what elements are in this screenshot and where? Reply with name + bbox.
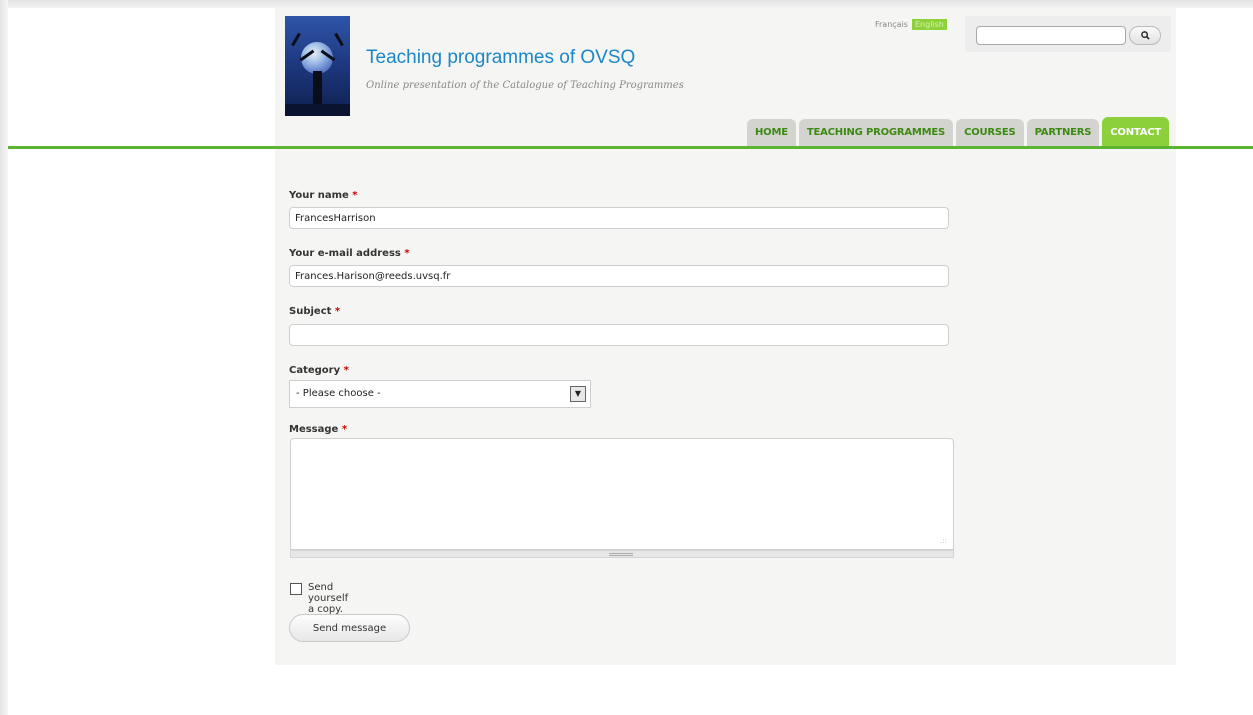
send-message-button[interactable]: Send message xyxy=(289,614,410,642)
ground xyxy=(285,104,350,116)
required-marker: * xyxy=(341,424,348,435)
category-label: Category * xyxy=(289,365,349,376)
name-label: Your name * xyxy=(289,190,358,201)
dropdown-arrow-icon[interactable]: ▼ xyxy=(570,386,586,402)
required-marker: * xyxy=(343,365,349,376)
email-field[interactable] xyxy=(289,265,949,287)
email-label-text: Your e-mail address xyxy=(289,248,401,259)
required-marker: * xyxy=(404,248,410,259)
search-icon xyxy=(1140,31,1150,40)
search-button[interactable] xyxy=(1129,26,1161,45)
language-link-french[interactable]: Français xyxy=(875,20,908,29)
category-select[interactable]: - Please choose - ▼ xyxy=(289,380,591,408)
email-label: Your e-mail address * xyxy=(289,248,410,259)
language-link-english[interactable]: English xyxy=(911,19,947,30)
required-marker: * xyxy=(352,190,358,201)
site-title[interactable]: Teaching programmes of OVSQ xyxy=(366,47,635,69)
resize-handle-icon[interactable]: .:: xyxy=(940,537,947,545)
tree-branch xyxy=(291,32,301,47)
main-nav: HOME TEACHING PROGRAMMES COURSES PARTNER… xyxy=(747,117,1170,146)
header-divider xyxy=(8,146,1253,149)
tab-partners[interactable]: PARTNERS xyxy=(1026,119,1100,146)
tab-home[interactable]: HOME xyxy=(747,119,796,146)
tree-branch xyxy=(334,32,344,47)
tab-teaching-programmes[interactable]: TEACHING PROGRAMMES xyxy=(798,119,954,146)
category-selected-value: - Please choose - xyxy=(296,388,381,399)
send-copy-label[interactable]: Send yourself a copy. xyxy=(308,582,348,615)
subject-label-text: Subject xyxy=(289,306,332,317)
site-slogan: Online presentation of the Catalogue of … xyxy=(366,80,684,91)
search-input[interactable] xyxy=(976,26,1126,45)
name-label-text: Your name xyxy=(289,190,349,201)
required-marker: * xyxy=(334,306,341,317)
search-block xyxy=(965,16,1171,52)
message-label: Message * xyxy=(289,424,347,435)
page-container: Teaching programmes of OVSQ Online prese… xyxy=(275,8,1176,665)
window-left-shade xyxy=(0,0,8,715)
subject-label: Subject * xyxy=(289,306,340,317)
subject-field[interactable] xyxy=(289,324,949,346)
site-logo[interactable] xyxy=(285,16,350,116)
window-top-shade xyxy=(0,0,1253,8)
tab-contact[interactable]: CONTACT xyxy=(1102,117,1170,146)
send-copy-checkbox[interactable] xyxy=(290,583,302,595)
tab-courses[interactable]: COURSES xyxy=(956,119,1024,146)
language-switcher: Français English xyxy=(875,19,947,30)
message-textarea[interactable]: .:: xyxy=(290,438,954,550)
language-english-label: English xyxy=(914,20,944,29)
name-field[interactable] xyxy=(289,207,949,229)
category-label-text: Category xyxy=(289,365,341,376)
textarea-grippie[interactable] xyxy=(290,550,954,558)
grippie-lines xyxy=(609,553,633,556)
message-label-text: Message xyxy=(289,424,339,435)
